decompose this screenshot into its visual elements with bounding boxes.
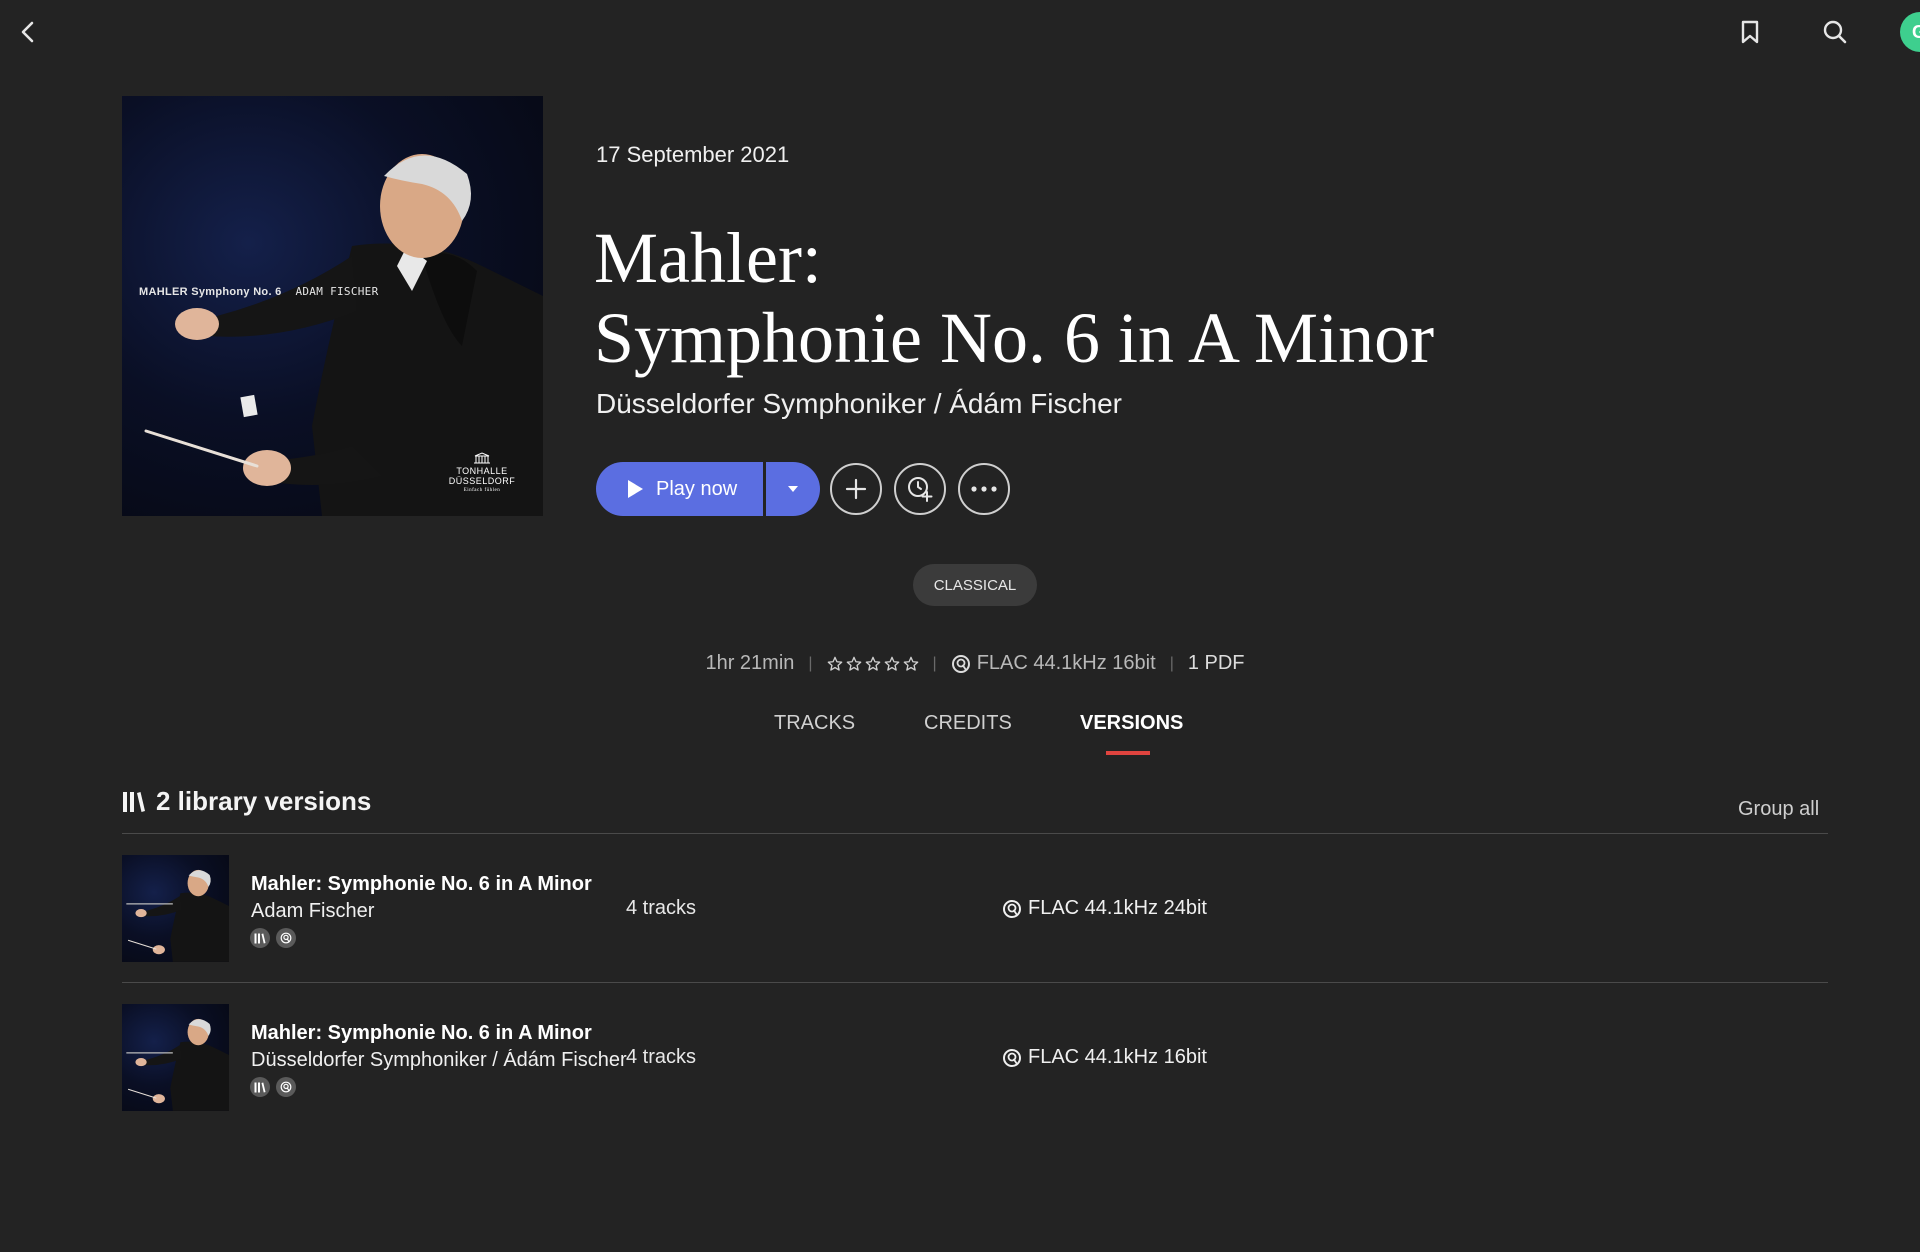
- tab-tracks[interactable]: TRACKS: [774, 712, 855, 735]
- versions-header: 2 library versions: [122, 786, 371, 817]
- chevron-down-icon: [788, 486, 798, 492]
- cover-title-text: MAHLER Symphony No. 6: [139, 286, 282, 298]
- building-icon: [474, 452, 490, 464]
- divider: [122, 833, 1828, 834]
- album-title-line-1: Mahler:: [594, 218, 822, 298]
- star-icon: [827, 656, 842, 671]
- logo-line-2: DÜSSELDORF: [448, 476, 516, 486]
- back-button[interactable]: [8, 12, 48, 52]
- star-icon: [846, 656, 861, 671]
- library-badge-icon: [250, 928, 270, 948]
- library-badge-icon: [250, 1077, 270, 1097]
- separator: |: [932, 654, 937, 672]
- genre-tag[interactable]: CLASSICAL: [913, 564, 1037, 606]
- add-to-queue-button[interactable]: [894, 463, 946, 515]
- hi-res-badge-icon: [276, 1077, 296, 1097]
- version-artist: Düsseldorfer Symphoniker / Ádám Fischer: [251, 1049, 627, 1071]
- more-options-button[interactable]: [958, 463, 1010, 515]
- version-title: Mahler: Symphonie No. 6 in A Minor: [251, 873, 592, 895]
- avatar[interactable]: G: [1900, 12, 1920, 52]
- star-icon: [903, 656, 918, 671]
- play-now-label: Play now: [656, 477, 738, 500]
- hi-res-quality-icon: [1003, 1048, 1021, 1067]
- tonhalle-logo: TONHALLE DÜSSELDORF Einfach fühlen: [442, 452, 522, 496]
- audio-format-label: FLAC 44.1kHz 16bit: [976, 652, 1156, 674]
- album-artist-link[interactable]: Düsseldorfer Symphoniker / Ádám Fischer: [596, 388, 1122, 420]
- library-icon: [123, 791, 145, 812]
- more-icon: [971, 486, 997, 492]
- search-icon: [1823, 20, 1847, 44]
- clock-plus-icon: [908, 477, 933, 502]
- add-to-library-button[interactable]: [830, 463, 882, 515]
- album-tabs: TRACKS CREDITS VERSIONS: [0, 712, 1920, 756]
- version-row[interactable]: Mahler: Symphonie No. 6 in A Minor Düsse…: [122, 1004, 1828, 1152]
- search-button[interactable]: [1815, 12, 1855, 52]
- bookmark-button[interactable]: [1730, 12, 1770, 52]
- star-icon: [884, 656, 899, 671]
- logo-line-3: Einfach fühlen: [463, 488, 501, 493]
- chevron-left-icon: [21, 21, 34, 43]
- version-track-count: 4 tracks: [626, 897, 697, 919]
- album-title: Mahler: Symphonie No. 6 in A Minor: [594, 218, 1594, 378]
- version-thumbnail: [122, 1004, 229, 1111]
- album-cover: MAHLER Symphony No. 6 ADAM FISCHER TONHA…: [122, 96, 543, 516]
- separator: |: [808, 654, 813, 672]
- version-format: FLAC 44.1kHz 24bit: [1002, 897, 1207, 920]
- top-bar: G: [0, 0, 1920, 64]
- version-format-label: FLAC 44.1kHz 16bit: [1028, 1046, 1207, 1068]
- tab-credits[interactable]: CREDITS: [924, 712, 1012, 735]
- divider: [122, 982, 1828, 983]
- hi-res-badge-icon: [276, 928, 296, 948]
- tab-versions[interactable]: VERSIONS: [1080, 712, 1183, 735]
- version-badges: [250, 928, 296, 948]
- release-date: 17 September 2021: [596, 142, 790, 167]
- version-thumbnail: [122, 855, 229, 962]
- play-icon: [628, 480, 643, 498]
- logo-line-1: TONHALLE: [456, 466, 508, 476]
- pdf-attachment-link[interactable]: 1 PDF: [1188, 652, 1245, 675]
- conductor-thumbnail-image: [126, 869, 229, 962]
- play-options-dropdown[interactable]: [766, 462, 820, 516]
- bookmark-icon: [1741, 20, 1759, 44]
- rating-stars[interactable]: [827, 656, 919, 672]
- versions-count-label: 2 library versions: [156, 786, 372, 816]
- play-now-button[interactable]: Play now: [596, 462, 763, 516]
- album-meta-row: 1hr 21min | | FLAC 44.1kHz 16bit | 1 PDF: [0, 652, 1920, 675]
- group-all-button[interactable]: Group all: [1738, 798, 1819, 821]
- duration: 1hr 21min: [705, 652, 795, 674]
- plus-icon: [845, 478, 867, 500]
- version-artist: Adam Fischer: [251, 900, 375, 922]
- album-title-line-2: Symphonie No. 6 in A Minor: [594, 298, 1435, 378]
- version-title: Mahler: Symphonie No. 6 in A Minor: [251, 1022, 592, 1044]
- version-row[interactable]: Mahler: Symphonie No. 6 in A Minor Adam …: [122, 855, 1828, 1003]
- hi-res-quality-icon: [951, 654, 970, 673]
- active-tab-indicator: [1106, 751, 1150, 755]
- version-format-label: FLAC 44.1kHz 24bit: [1028, 897, 1207, 919]
- cover-artist-text: ADAM FISCHER: [295, 285, 379, 298]
- hi-res-quality-icon: [1003, 899, 1021, 918]
- audio-format: FLAC 44.1kHz 16bit: [951, 652, 1156, 675]
- cover-caption: MAHLER Symphony No. 6 ADAM FISCHER: [139, 285, 379, 298]
- conductor-thumbnail-image: [126, 1018, 229, 1111]
- version-track-count: 4 tracks: [626, 1046, 697, 1068]
- version-badges: [250, 1077, 296, 1097]
- version-format: FLAC 44.1kHz 16bit: [1002, 1046, 1207, 1069]
- star-icon: [865, 656, 880, 671]
- separator: |: [1169, 654, 1174, 672]
